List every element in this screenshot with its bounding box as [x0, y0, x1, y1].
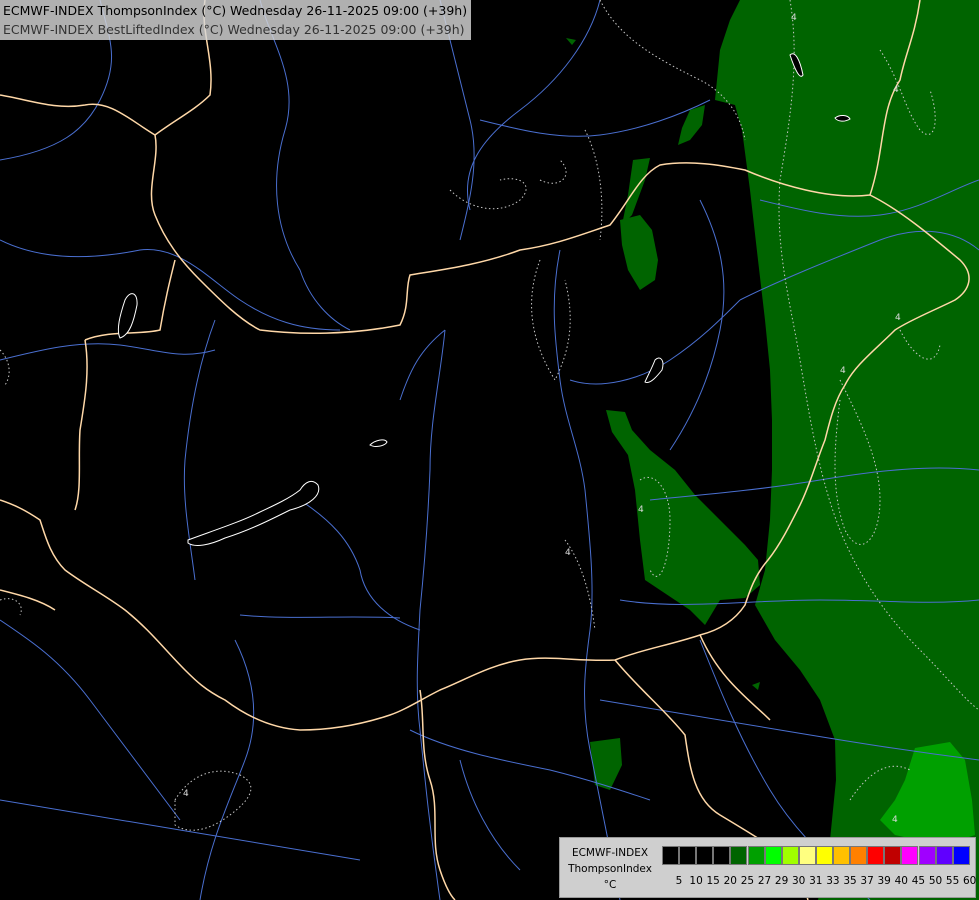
legend-tick-label: 20	[723, 875, 737, 887]
legend-swatch	[867, 846, 885, 865]
legend-swatch	[815, 846, 833, 865]
legend-swatch	[696, 846, 714, 865]
legend-swatch	[884, 846, 902, 865]
lake-small-3	[834, 115, 851, 122]
title-thompson-index: ECMWF-INDEX ThompsonIndex (°C) Wednesday…	[3, 3, 468, 18]
legend-tick-label: 37	[860, 875, 874, 887]
legend-swatch	[798, 846, 816, 865]
legend-tick-label: 15	[706, 875, 720, 887]
contour-label: 4	[892, 815, 898, 825]
legend-swatch	[713, 846, 731, 865]
legend-swatch	[679, 846, 697, 865]
legend-tick-label: 50	[928, 875, 943, 887]
contour-label: 4	[638, 505, 644, 515]
legend-tick-label: 25	[740, 875, 755, 887]
contour-label: 4	[893, 85, 899, 95]
weather-map: 4 4 4 4 4 4 4 4	[0, 0, 979, 900]
legend-tick-label: 35	[843, 875, 857, 887]
legend-swatch	[833, 846, 850, 865]
color-legend: ECMWF-INDEX ThompsonIndex °C 5 10 15 20 25 27…	[559, 837, 976, 898]
legend-swatch	[730, 846, 748, 865]
legend-swatch	[850, 846, 868, 865]
legend-tick-label: 40	[894, 875, 908, 887]
legend-label-parameter: ThompsonIndex	[568, 863, 652, 875]
legend-tick-label: 5	[675, 875, 683, 887]
legend-tick-label: 45	[911, 875, 926, 887]
legend-swatch	[747, 846, 765, 865]
legend-tick-label: 31	[809, 875, 823, 887]
legend-swatch	[918, 846, 936, 865]
legend-tick-label: 60	[963, 875, 977, 887]
legend-swatch	[952, 846, 970, 865]
contour-label: 4	[565, 548, 571, 558]
legend-tick-label: 55	[945, 875, 960, 887]
legend-tick-label: 30	[792, 875, 806, 887]
legend-tick-label: 10	[689, 875, 703, 887]
contour-label: 4	[183, 789, 189, 799]
legend-tick-label: 29	[774, 875, 789, 887]
legend-label-unit: °C	[603, 879, 617, 891]
legend-swatch	[764, 846, 782, 865]
legend-tick-label: 27	[757, 875, 772, 887]
legend-swatch	[935, 846, 953, 865]
legend-swatch	[901, 846, 919, 865]
contour-label: 4	[840, 366, 846, 376]
legend-tick-label: 33	[826, 875, 840, 887]
contour-label: 4	[895, 313, 901, 323]
contour-label: 4	[791, 13, 797, 23]
legend-tick-label: 39	[877, 875, 891, 887]
map-title: ECMWF-INDEX ThompsonIndex (°C) Wednesday…	[0, 0, 472, 40]
legend-label-model: ECMWF-INDEX	[571, 847, 649, 859]
title-best-lifted-index: ECMWF-INDEX BestLiftedIndex (°C) Wednesd…	[3, 22, 465, 37]
legend-swatch	[781, 846, 799, 865]
legend-swatch	[662, 846, 679, 865]
